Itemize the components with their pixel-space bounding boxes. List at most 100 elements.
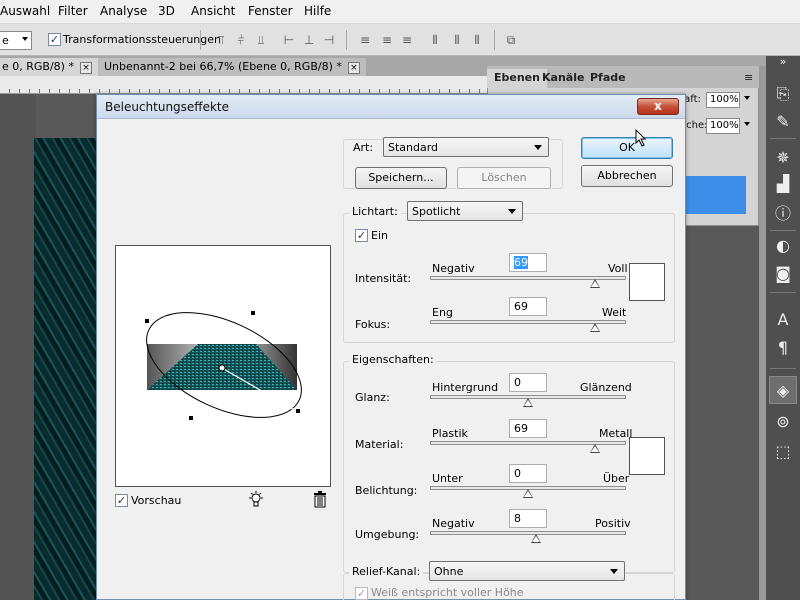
chevron-down-icon: [610, 569, 618, 574]
light-type-value: Spotlicht: [412, 205, 461, 218]
dialog-close-button[interactable]: x: [637, 98, 679, 115]
light-handle[interactable]: [145, 319, 149, 323]
options-combo-value: e: [2, 34, 9, 47]
selected-layer-row[interactable]: [676, 176, 746, 214]
material-input[interactable]: 69: [509, 419, 547, 438]
close-icon[interactable]: ×: [79, 62, 92, 74]
align-hcenter-icon[interactable]: ⊥: [300, 32, 318, 48]
ok-button[interactable]: OK: [581, 137, 673, 159]
adjustments-icon[interactable]: ◐: [769, 232, 797, 260]
masks-icon[interactable]: ◙: [769, 260, 797, 288]
tab-pfade[interactable]: Pfade: [583, 69, 633, 88]
canvas-area: [0, 94, 36, 600]
gloss-max-label: Glänzend: [580, 381, 632, 394]
options-bar: e ✓ Transformationssteuerungen ⫪ ⫩ ⫫ ⊢ ⊥…: [0, 24, 800, 56]
doc-tab-1[interactable]: e 0, RGB/8) * ×: [0, 58, 98, 76]
character-icon[interactable]: A: [769, 306, 797, 334]
ambience-input[interactable]: 8: [509, 509, 547, 528]
checkmark-icon: ✓: [49, 33, 60, 46]
light-type-label: Lichtart:: [349, 205, 401, 218]
dock-collapse-icon[interactable]: »: [769, 56, 797, 68]
menu-hilfe[interactable]: Hilfe: [304, 4, 331, 18]
focus-slider-thumb[interactable]: [589, 323, 600, 332]
surface-color-swatch[interactable]: [629, 437, 665, 475]
distribute-vcenter-icon[interactable]: ≡: [378, 32, 396, 48]
gloss-slider-thumb[interactable]: [523, 398, 533, 407]
navigator-icon[interactable]: ✵: [769, 144, 797, 172]
channels-icon[interactable]: ⊚: [769, 408, 797, 436]
menu-ansicht[interactable]: Ansicht: [191, 4, 235, 18]
properties-label: Eigenschaften:: [349, 353, 437, 366]
histogram-icon[interactable]: ▟: [769, 170, 797, 198]
light-bulb-icon[interactable]: [248, 491, 264, 509]
save-button[interactable]: Speichern...: [355, 167, 447, 189]
preview-checkbox[interactable]: ✓: [115, 494, 128, 507]
intensity-max-label: Voll: [608, 262, 628, 275]
auto-align-icon[interactable]: ⧉: [502, 32, 520, 48]
fill-input[interactable]: 100%: [706, 118, 740, 134]
canvas-image: [34, 138, 98, 600]
focus-input[interactable]: 69: [509, 297, 547, 316]
distribute-right-icon[interactable]: ⦀: [468, 32, 486, 48]
menu-bar: Auswahl Filter Analyse 3D Ansicht Fenste…: [0, 0, 800, 24]
intensity-input[interactable]: 69: [509, 253, 547, 272]
align-bottom-icon[interactable]: ⫫: [252, 32, 270, 48]
doc-tab-2[interactable]: Unbenannt-2 bei 66,7% (Ebene 0, RGB/8) *…: [98, 58, 366, 76]
align-top-icon[interactable]: ⫪: [212, 32, 230, 48]
info-icon[interactable]: ⓘ: [769, 200, 797, 228]
light-color-swatch[interactable]: [629, 263, 665, 301]
preview-area[interactable]: [115, 245, 331, 487]
chevron-down-icon[interactable]: [744, 122, 750, 126]
align-vcenter-icon[interactable]: ⫩: [232, 32, 250, 48]
layers-icon[interactable]: ◈: [769, 376, 797, 404]
menu-auswahl[interactable]: Auswahl: [0, 4, 50, 18]
close-icon[interactable]: ×: [347, 62, 360, 74]
light-type-dropdown[interactable]: Spotlicht: [407, 201, 523, 221]
ambience-slider-thumb[interactable]: [530, 534, 541, 543]
texture-channel-dropdown[interactable]: Ohne: [429, 561, 625, 581]
light-handle[interactable]: [251, 311, 255, 315]
distribute-top-icon[interactable]: ≡: [356, 32, 374, 48]
intensity-slider-thumb[interactable]: [589, 279, 600, 288]
texture-channel-value: Ohne: [434, 565, 464, 578]
lighting-effects-dialog: Beleuchtungseffekte x ✓ Vorschau Art: St…: [96, 94, 686, 600]
trash-icon[interactable]: [313, 491, 327, 508]
menu-3d[interactable]: 3D: [158, 4, 175, 18]
light-center-handle[interactable]: [218, 364, 226, 372]
style-dropdown[interactable]: Standard: [383, 137, 549, 157]
panel-tabs: Ebenen Kanäle Pfade ≡: [487, 66, 759, 88]
light-handle[interactable]: [189, 416, 193, 420]
cancel-button[interactable]: Abbrechen: [581, 165, 673, 187]
ambience-label: Umgebung:: [355, 528, 420, 541]
transform-controls-checkbox[interactable]: ✓: [48, 33, 61, 46]
right-panel-dock: » ⎘ ✎ ✵ ▟ ⓘ ◐ ◙ A ¶ ◈ ⊚ ⬚: [766, 56, 800, 600]
exposure-slider-thumb[interactable]: [523, 489, 533, 498]
dialog-body: ✓ Vorschau Art: Standard Speichern... Lö…: [97, 119, 685, 600]
exposure-max-label: Über: [603, 472, 630, 485]
light-handle[interactable]: [296, 409, 300, 413]
distribute-left-icon[interactable]: ⦀: [426, 32, 444, 48]
paragraph-icon[interactable]: ¶: [769, 334, 797, 362]
opacity-input[interactable]: 100%: [706, 92, 740, 108]
menu-filter[interactable]: Filter: [58, 4, 88, 18]
exposure-input[interactable]: 0: [509, 464, 547, 483]
style-label: Art:: [353, 141, 374, 154]
options-combo[interactable]: e: [0, 31, 32, 50]
ambience-slider[interactable]: [430, 531, 626, 535]
menu-analyse[interactable]: Analyse: [100, 4, 147, 18]
chevron-down-icon[interactable]: [744, 96, 750, 100]
align-left-icon[interactable]: ⊢: [280, 32, 298, 48]
material-slider-thumb[interactable]: [589, 444, 600, 453]
gloss-input[interactable]: 0: [509, 373, 547, 392]
menu-fenster[interactable]: Fenster: [248, 4, 293, 18]
panel-menu-icon[interactable]: ≡: [737, 69, 760, 88]
paths-icon[interactable]: ⬚: [769, 438, 797, 466]
distribute-hcenter-icon[interactable]: ⦀: [448, 32, 466, 48]
brush-preset-icon[interactable]: ✎: [769, 108, 797, 136]
light-on-label: Ein: [371, 229, 388, 242]
light-on-checkbox[interactable]: ✓: [355, 229, 368, 242]
align-right-icon[interactable]: ⊣: [320, 32, 338, 48]
preview-canvas[interactable]: [116, 246, 330, 486]
mini-bridge-icon[interactable]: ⎘: [769, 80, 797, 108]
distribute-bottom-icon[interactable]: ≡: [398, 32, 416, 48]
